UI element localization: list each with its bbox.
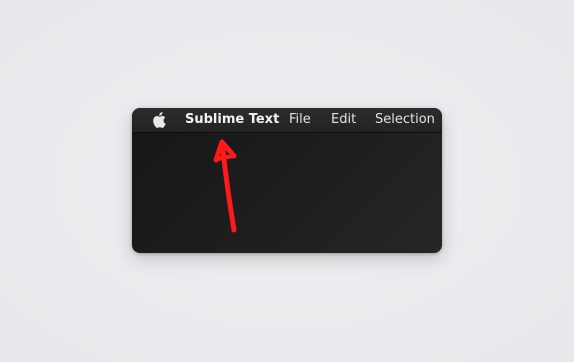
menu-file[interactable]: File <box>289 111 311 129</box>
menu-edit[interactable]: Edit <box>331 111 356 129</box>
app-window: Sublime Text File Edit Selection <box>132 108 442 253</box>
apple-logo-icon[interactable] <box>152 112 166 128</box>
menu-app-name[interactable]: Sublime Text <box>185 111 279 129</box>
menu-selection[interactable]: Selection <box>375 111 435 129</box>
menu-bar: Sublime Text File Edit Selection <box>132 108 442 133</box>
